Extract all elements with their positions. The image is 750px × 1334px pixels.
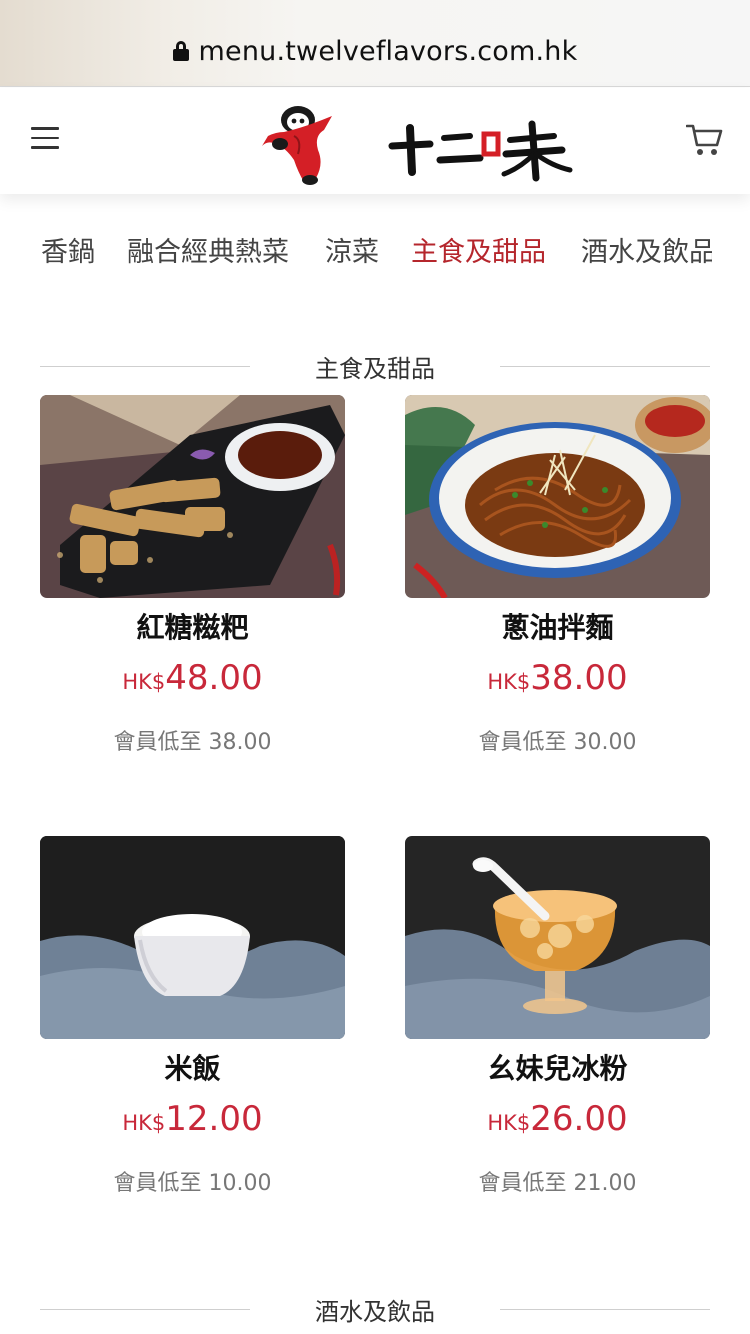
product-card[interactable]: 米飯 HK$12.00 會員低至 10.00 [40, 836, 345, 1197]
product-card[interactable]: 蔥油拌麵 HK$38.00 會員低至 30.00 [405, 395, 710, 756]
price-amount: 26.00 [530, 1099, 628, 1139]
steamed-rice-photo[interactable] [40, 836, 345, 1039]
divider-line [500, 366, 710, 367]
tab-fusion-classic-hot-dishes[interactable]: 融合經典熱菜 [127, 230, 289, 269]
scallion-oil-noodles-photo[interactable] [405, 395, 710, 598]
ice-jelly-dessert-photo[interactable] [405, 836, 710, 1039]
brown-sugar-rice-cake-photo[interactable] [40, 395, 345, 598]
product-price: HK$48.00 [40, 658, 345, 704]
currency-label: HK$ [487, 1111, 531, 1135]
tab-fragrant-pot[interactable]: 香鍋 [41, 230, 95, 269]
category-nav: 香鍋 融合經典熱菜 涼菜 主食及甜品 酒水及飲品 [0, 230, 712, 278]
section-header-staples-desserts: 主食及甜品 [40, 346, 710, 386]
shopping-cart-icon[interactable] [685, 123, 724, 157]
product-name[interactable]: 幺妹兒冰粉 [405, 1047, 710, 1087]
member-price: 會員低至 38.00 [113, 730, 272, 755]
currency-label: HK$ [122, 1111, 166, 1135]
site-header [0, 88, 750, 194]
tab-drinks-beverages[interactable]: 酒水及飲品 [581, 230, 712, 269]
lock-icon [172, 41, 189, 61]
section-header-drinks-beverages: 酒水及飲品 [40, 1289, 710, 1329]
hamburger-menu-icon[interactable] [31, 127, 59, 149]
product-card[interactable]: 紅糖糍粑 HK$48.00 會員低至 38.00 [40, 395, 345, 756]
price-amount: 48.00 [165, 658, 263, 698]
site-logo[interactable] [258, 100, 578, 186]
price-amount: 38.00 [530, 658, 628, 698]
price-amount: 12.00 [165, 1099, 263, 1139]
member-price: 會員低至 21.00 [478, 1171, 637, 1196]
member-price: 會員低至 30.00 [478, 730, 637, 755]
product-price: HK$12.00 [40, 1099, 345, 1145]
tab-staples-desserts[interactable]: 主食及甜品 [411, 230, 546, 269]
divider-line [500, 1309, 710, 1310]
logo-graphic [262, 106, 573, 185]
product-price: HK$38.00 [405, 658, 710, 704]
tab-cold-dishes[interactable]: 涼菜 [325, 230, 379, 269]
product-name[interactable]: 蔥油拌麵 [405, 606, 710, 646]
member-price: 會員低至 10.00 [113, 1171, 272, 1196]
product-name[interactable]: 米飯 [40, 1047, 345, 1087]
product-price: HK$26.00 [405, 1099, 710, 1145]
product-name[interactable]: 紅糖糍粑 [40, 606, 345, 646]
url-display[interactable]: menu.twelveflavors.com.hk [0, 36, 750, 67]
product-card[interactable]: 幺妹兒冰粉 HK$26.00 會員低至 21.00 [405, 836, 710, 1197]
currency-label: HK$ [122, 670, 166, 694]
browser-url-bar[interactable]: menu.twelveflavors.com.hk [0, 0, 750, 87]
url-text: menu.twelveflavors.com.hk [198, 36, 578, 67]
currency-label: HK$ [487, 670, 531, 694]
